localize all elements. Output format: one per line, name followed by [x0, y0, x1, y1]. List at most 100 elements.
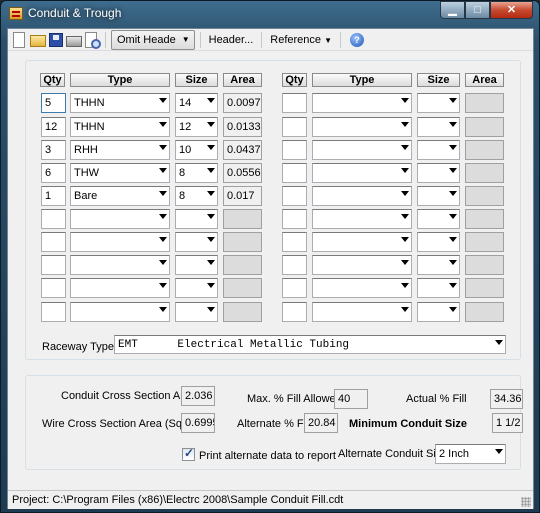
minimize-button[interactable]: ▁ [440, 1, 465, 19]
right-type-dropdown[interactable] [312, 302, 412, 322]
chevron-down-icon [401, 191, 409, 196]
left-qty-input[interactable] [41, 209, 66, 229]
right-size-dropdown[interactable] [417, 140, 460, 160]
right-qty-input[interactable] [282, 140, 307, 160]
left-size-dropdown[interactable]: 10 [175, 140, 218, 160]
right-qty-input[interactable] [282, 278, 307, 298]
omit-header-dropdown[interactable]: Omit Heade ▼ [111, 29, 195, 50]
actual-fill-label: Actual % Fill [406, 393, 467, 405]
right-qty-input[interactable] [282, 232, 307, 252]
actual-fill-value: 34.36 [490, 389, 523, 409]
right-type-dropdown[interactable] [312, 209, 412, 229]
left-size-dropdown[interactable] [175, 209, 218, 229]
right-size-dropdown[interactable] [417, 186, 460, 206]
left-qty-input[interactable]: 6 [41, 163, 66, 183]
left-qty-input[interactable]: 1 [41, 186, 66, 206]
right-area-value [465, 93, 504, 113]
left-size-dropdown[interactable]: 14 [175, 93, 218, 113]
right-qty-input[interactable] [282, 186, 307, 206]
right-size-dropdown[interactable] [417, 93, 460, 113]
raceway-type-dropdown[interactable]: EMT Electrical Metallic Tubing [114, 335, 506, 354]
right-area-value [465, 209, 504, 229]
left-size-dropdown[interactable] [175, 278, 218, 298]
chevron-down-icon [449, 191, 457, 196]
right-size-dropdown[interactable] [417, 255, 460, 275]
left-qty-input[interactable] [41, 302, 66, 322]
print-alt-checkbox[interactable] [182, 446, 195, 461]
size-header-right: Size [417, 73, 460, 87]
printer-icon[interactable] [66, 35, 82, 47]
left-type-value: THHN [74, 97, 105, 109]
open-folder-icon[interactable] [30, 35, 46, 47]
left-size-dropdown[interactable] [175, 255, 218, 275]
left-size-value: 8 [179, 167, 186, 179]
resize-grip-icon[interactable] [521, 497, 531, 507]
chevron-down-icon [401, 122, 409, 127]
left-type-dropdown[interactable] [70, 232, 170, 252]
right-qty-input[interactable] [282, 93, 307, 113]
window-title: Conduit & Trough [28, 6, 122, 20]
right-qty-input[interactable] [282, 302, 307, 322]
left-qty-input[interactable]: 3 [41, 140, 66, 160]
left-type-dropdown[interactable]: RHH [70, 140, 170, 160]
right-type-dropdown[interactable] [312, 163, 412, 183]
right-size-dropdown[interactable] [417, 232, 460, 252]
new-file-icon[interactable] [13, 31, 25, 48]
raceway-type-value: EMT Electrical Metallic Tubing [118, 339, 350, 351]
right-qty-input[interactable] [282, 117, 307, 137]
left-area-value [223, 278, 262, 298]
right-type-dropdown[interactable] [312, 278, 412, 298]
chevron-down-icon [401, 283, 409, 288]
left-type-dropdown[interactable]: Bare [70, 186, 170, 206]
left-qty-input[interactable]: 12 [41, 117, 66, 137]
chevron-down-icon [401, 145, 409, 150]
save-disk-icon[interactable] [49, 32, 63, 47]
chevron-down-icon [207, 307, 215, 312]
left-size-dropdown[interactable]: 8 [175, 186, 218, 206]
area-header-right: Area [465, 73, 504, 87]
left-qty-input[interactable] [41, 255, 66, 275]
left-type-dropdown[interactable]: THHN [70, 117, 170, 137]
left-qty-input[interactable]: 5 [41, 93, 66, 113]
right-size-dropdown[interactable] [417, 278, 460, 298]
right-type-dropdown[interactable] [312, 140, 412, 160]
maximize-button[interactable]: □ [465, 1, 490, 19]
chevron-down-icon [449, 122, 457, 127]
right-size-dropdown[interactable] [417, 209, 460, 229]
left-qty-input[interactable] [41, 232, 66, 252]
alt-size-dropdown[interactable]: 2 Inch [435, 444, 506, 464]
left-size-dropdown[interactable] [175, 302, 218, 322]
right-type-dropdown[interactable] [312, 93, 412, 113]
right-size-dropdown[interactable] [417, 163, 460, 183]
right-qty-input[interactable] [282, 255, 307, 275]
chevron-down-icon: ▼ [324, 35, 333, 45]
right-type-dropdown[interactable] [312, 117, 412, 137]
header-button[interactable]: Header... [206, 34, 257, 46]
app-icon [9, 7, 23, 20]
print-preview-icon[interactable] [85, 31, 101, 49]
right-size-dropdown[interactable] [417, 117, 460, 137]
left-type-dropdown[interactable]: THHN [70, 93, 170, 113]
title-bar[interactable]: Conduit & Trough ▁ □ ✕ [1, 1, 539, 27]
right-type-dropdown[interactable] [312, 232, 412, 252]
chevron-down-icon [449, 214, 457, 219]
left-type-dropdown[interactable] [70, 255, 170, 275]
left-type-dropdown[interactable] [70, 278, 170, 298]
left-type-dropdown[interactable] [70, 302, 170, 322]
right-qty-input[interactable] [282, 163, 307, 183]
left-size-dropdown[interactable]: 8 [175, 163, 218, 183]
right-type-dropdown[interactable] [312, 186, 412, 206]
reference-menu-button[interactable]: Reference ▼ [267, 34, 335, 46]
left-size-dropdown[interactable] [175, 232, 218, 252]
right-qty-input[interactable] [282, 209, 307, 229]
left-size-value: 12 [179, 121, 192, 133]
right-size-dropdown[interactable] [417, 302, 460, 322]
left-type-dropdown[interactable] [70, 209, 170, 229]
left-type-dropdown[interactable]: THW [70, 163, 170, 183]
left-size-dropdown[interactable]: 12 [175, 117, 218, 137]
right-type-dropdown[interactable] [312, 255, 412, 275]
left-size-value: 10 [179, 144, 192, 156]
close-button[interactable]: ✕ [490, 1, 533, 19]
left-qty-input[interactable] [41, 278, 66, 298]
help-icon[interactable]: ? [350, 32, 365, 47]
